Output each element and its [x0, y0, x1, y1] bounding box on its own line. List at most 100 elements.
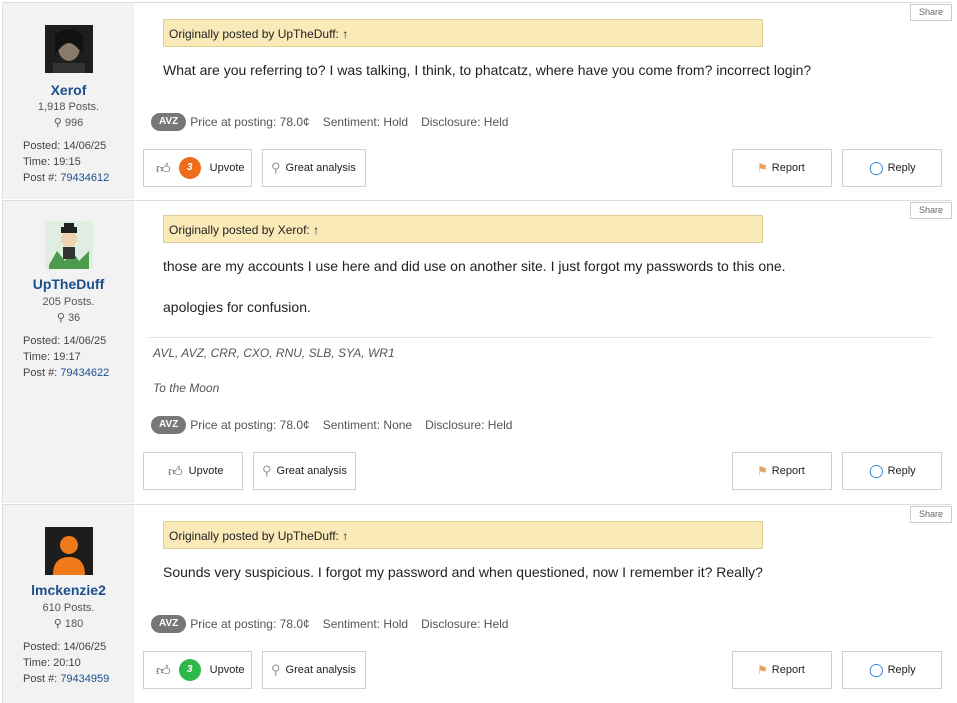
- posted-time: 20:10: [53, 657, 81, 669]
- posted-date: 14/06/25: [63, 140, 107, 152]
- stock-list[interactable]: AVL, AVZ, CRR, CXO, RNU, SLB, SYA, WR1: [153, 346, 395, 360]
- flag-icon: ⚑: [757, 464, 768, 478]
- author-panel: Xerof 1,918 Posts. ⚲ 996 Posted: 14/06/2…: [2, 3, 134, 199]
- author-panel: UpTheDuff 205 Posts. ⚲ 36 Posted: 14/06/…: [2, 201, 134, 503]
- time-label: Time:: [23, 351, 51, 363]
- likes-value: 180: [64, 618, 84, 630]
- forum-post: Xerof 1,918 Posts. ⚲ 996 Posted: 14/06/2…: [2, 2, 952, 199]
- upvote-label: Upvote: [209, 664, 245, 676]
- sentiment-label: Sentiment:: [322, 617, 381, 631]
- report-label: Report: [771, 465, 805, 477]
- upvote-label: Upvote: [209, 162, 245, 174]
- post-number-link[interactable]: 79434612: [60, 172, 109, 184]
- report-button[interactable]: ⚑ Report: [732, 149, 832, 187]
- report-button[interactable]: ⚑ Report: [732, 651, 832, 689]
- reply-button[interactable]: ◯ Reply: [842, 651, 942, 689]
- post-number-link[interactable]: 79434959: [60, 673, 109, 685]
- flag-icon: ⚑: [757, 161, 768, 175]
- likes-count: ⚲ 36: [3, 311, 134, 324]
- avatar[interactable]: [45, 25, 93, 73]
- post-body: Sounds very suspicious. I forgot my pass…: [163, 564, 763, 580]
- post-body: those are my accounts I use here and did…: [163, 258, 786, 274]
- price-label: Price at posting:: [190, 418, 277, 432]
- upvote-button[interactable]: 👍︎ 3 Upvote: [143, 149, 252, 187]
- post-info: AVZ Price at posting: 78.0¢ Sentiment: N…: [151, 416, 512, 434]
- likes-value: 36: [67, 312, 81, 324]
- reply-icon: ◯: [869, 463, 884, 478]
- reply-button[interactable]: ◯ Reply: [842, 452, 942, 490]
- username[interactable]: Xerof: [3, 82, 134, 98]
- avatar[interactable]: [45, 527, 93, 575]
- upvote-label: Upvote: [188, 465, 224, 477]
- likes-count: ⚲ 996: [3, 116, 134, 129]
- report-label: Report: [771, 664, 805, 676]
- time-label: Time:: [23, 657, 51, 669]
- disclosure-label: Disclosure:: [421, 617, 481, 631]
- thumbs-up-icon: 👍︎: [156, 661, 171, 678]
- lightbulb-icon: ⚲: [262, 463, 272, 478]
- post-number-label: Post #:: [23, 367, 58, 379]
- posted-time: 19:17: [53, 351, 81, 363]
- ticker-badge[interactable]: AVZ: [151, 113, 187, 131]
- time-label: Time:: [23, 156, 51, 168]
- price-value: 78.0¢: [279, 115, 310, 129]
- likes-count: ⚲ 180: [3, 617, 134, 630]
- username[interactable]: lmckenzie2: [3, 582, 134, 598]
- disclosure-label: Disclosure:: [425, 418, 485, 432]
- post-info: AVZ Price at posting: 78.0¢ Sentiment: H…: [151, 113, 508, 131]
- great-analysis-label: Great analysis: [285, 664, 356, 676]
- ticker-badge[interactable]: AVZ: [151, 615, 187, 633]
- signature-divider: [148, 337, 933, 338]
- ticker-badge[interactable]: AVZ: [151, 416, 187, 434]
- quote-header[interactable]: Originally posted by UpTheDuff: ↑: [163, 521, 763, 549]
- avatar[interactable]: [45, 221, 93, 269]
- upvote-button[interactable]: 👍︎ Upvote: [143, 452, 243, 490]
- share-button[interactable]: Share: [910, 202, 952, 219]
- post-body: apologies for confusion.: [163, 299, 311, 315]
- sentiment-value: Hold: [383, 115, 409, 129]
- report-button[interactable]: ⚑ Report: [732, 452, 832, 490]
- posted-label: Posted:: [23, 140, 61, 152]
- post-number-link[interactable]: 79434622: [60, 367, 109, 379]
- reply-label: Reply: [887, 664, 916, 676]
- great-analysis-button[interactable]: ⚲ Great analysis: [253, 452, 356, 490]
- reply-label: Reply: [887, 162, 916, 174]
- quote-header[interactable]: Originally posted by Xerof: ↑: [163, 215, 763, 243]
- upvote-button[interactable]: 👍︎ 3 Upvote: [143, 651, 252, 689]
- posted-date: 14/06/25: [63, 641, 107, 653]
- share-button[interactable]: Share: [910, 506, 952, 523]
- price-value: 78.0¢: [279, 418, 310, 432]
- great-analysis-button[interactable]: ⚲ Great analysis: [262, 651, 366, 689]
- upvote-count: 3: [178, 157, 201, 179]
- post-meta: Posted: 14/06/25 Time: 20:10 Post #: 794…: [23, 639, 109, 687]
- lightbulb-icon: ⚲: [271, 662, 281, 677]
- thumbs-up-icon: 👍︎: [156, 159, 171, 176]
- author-panel: lmckenzie2 610 Posts. ⚲ 180 Posted: 14/0…: [2, 505, 134, 703]
- price-label: Price at posting:: [190, 617, 277, 631]
- username[interactable]: UpTheDuff: [3, 276, 134, 292]
- post-info: AVZ Price at posting: 78.0¢ Sentiment: H…: [151, 615, 508, 633]
- lightbulb-icon: ⚲: [56, 312, 65, 324]
- forum-post: lmckenzie2 610 Posts. ⚲ 180 Posted: 14/0…: [2, 504, 952, 703]
- thumbs-up-icon: 👍︎: [168, 462, 183, 479]
- post-count: 610 Posts.: [42, 602, 95, 614]
- posted-label: Posted:: [23, 641, 61, 653]
- report-label: Report: [771, 162, 805, 174]
- great-analysis-label: Great analysis: [285, 162, 356, 174]
- great-analysis-button[interactable]: ⚲ Great analysis: [262, 149, 366, 187]
- sentiment-label: Sentiment:: [322, 418, 381, 432]
- quote-header[interactable]: Originally posted by UpTheDuff: ↑: [163, 19, 763, 47]
- posted-label: Posted:: [23, 335, 61, 347]
- post-count: 1,918 Posts.: [37, 101, 100, 113]
- posted-time: 19:15: [53, 156, 81, 168]
- post-meta: Posted: 14/06/25 Time: 19:17 Post #: 794…: [23, 333, 109, 381]
- share-button[interactable]: Share: [910, 4, 952, 21]
- price-label: Price at posting:: [190, 115, 277, 129]
- lightbulb-icon: ⚲: [53, 117, 62, 129]
- post-count: 205 Posts.: [42, 296, 95, 308]
- lightbulb-icon: ⚲: [271, 160, 281, 175]
- disclosure-label: Disclosure:: [421, 115, 481, 129]
- reply-button[interactable]: ◯ Reply: [842, 149, 942, 187]
- likes-value: 996: [64, 117, 84, 129]
- reply-label: Reply: [887, 465, 916, 477]
